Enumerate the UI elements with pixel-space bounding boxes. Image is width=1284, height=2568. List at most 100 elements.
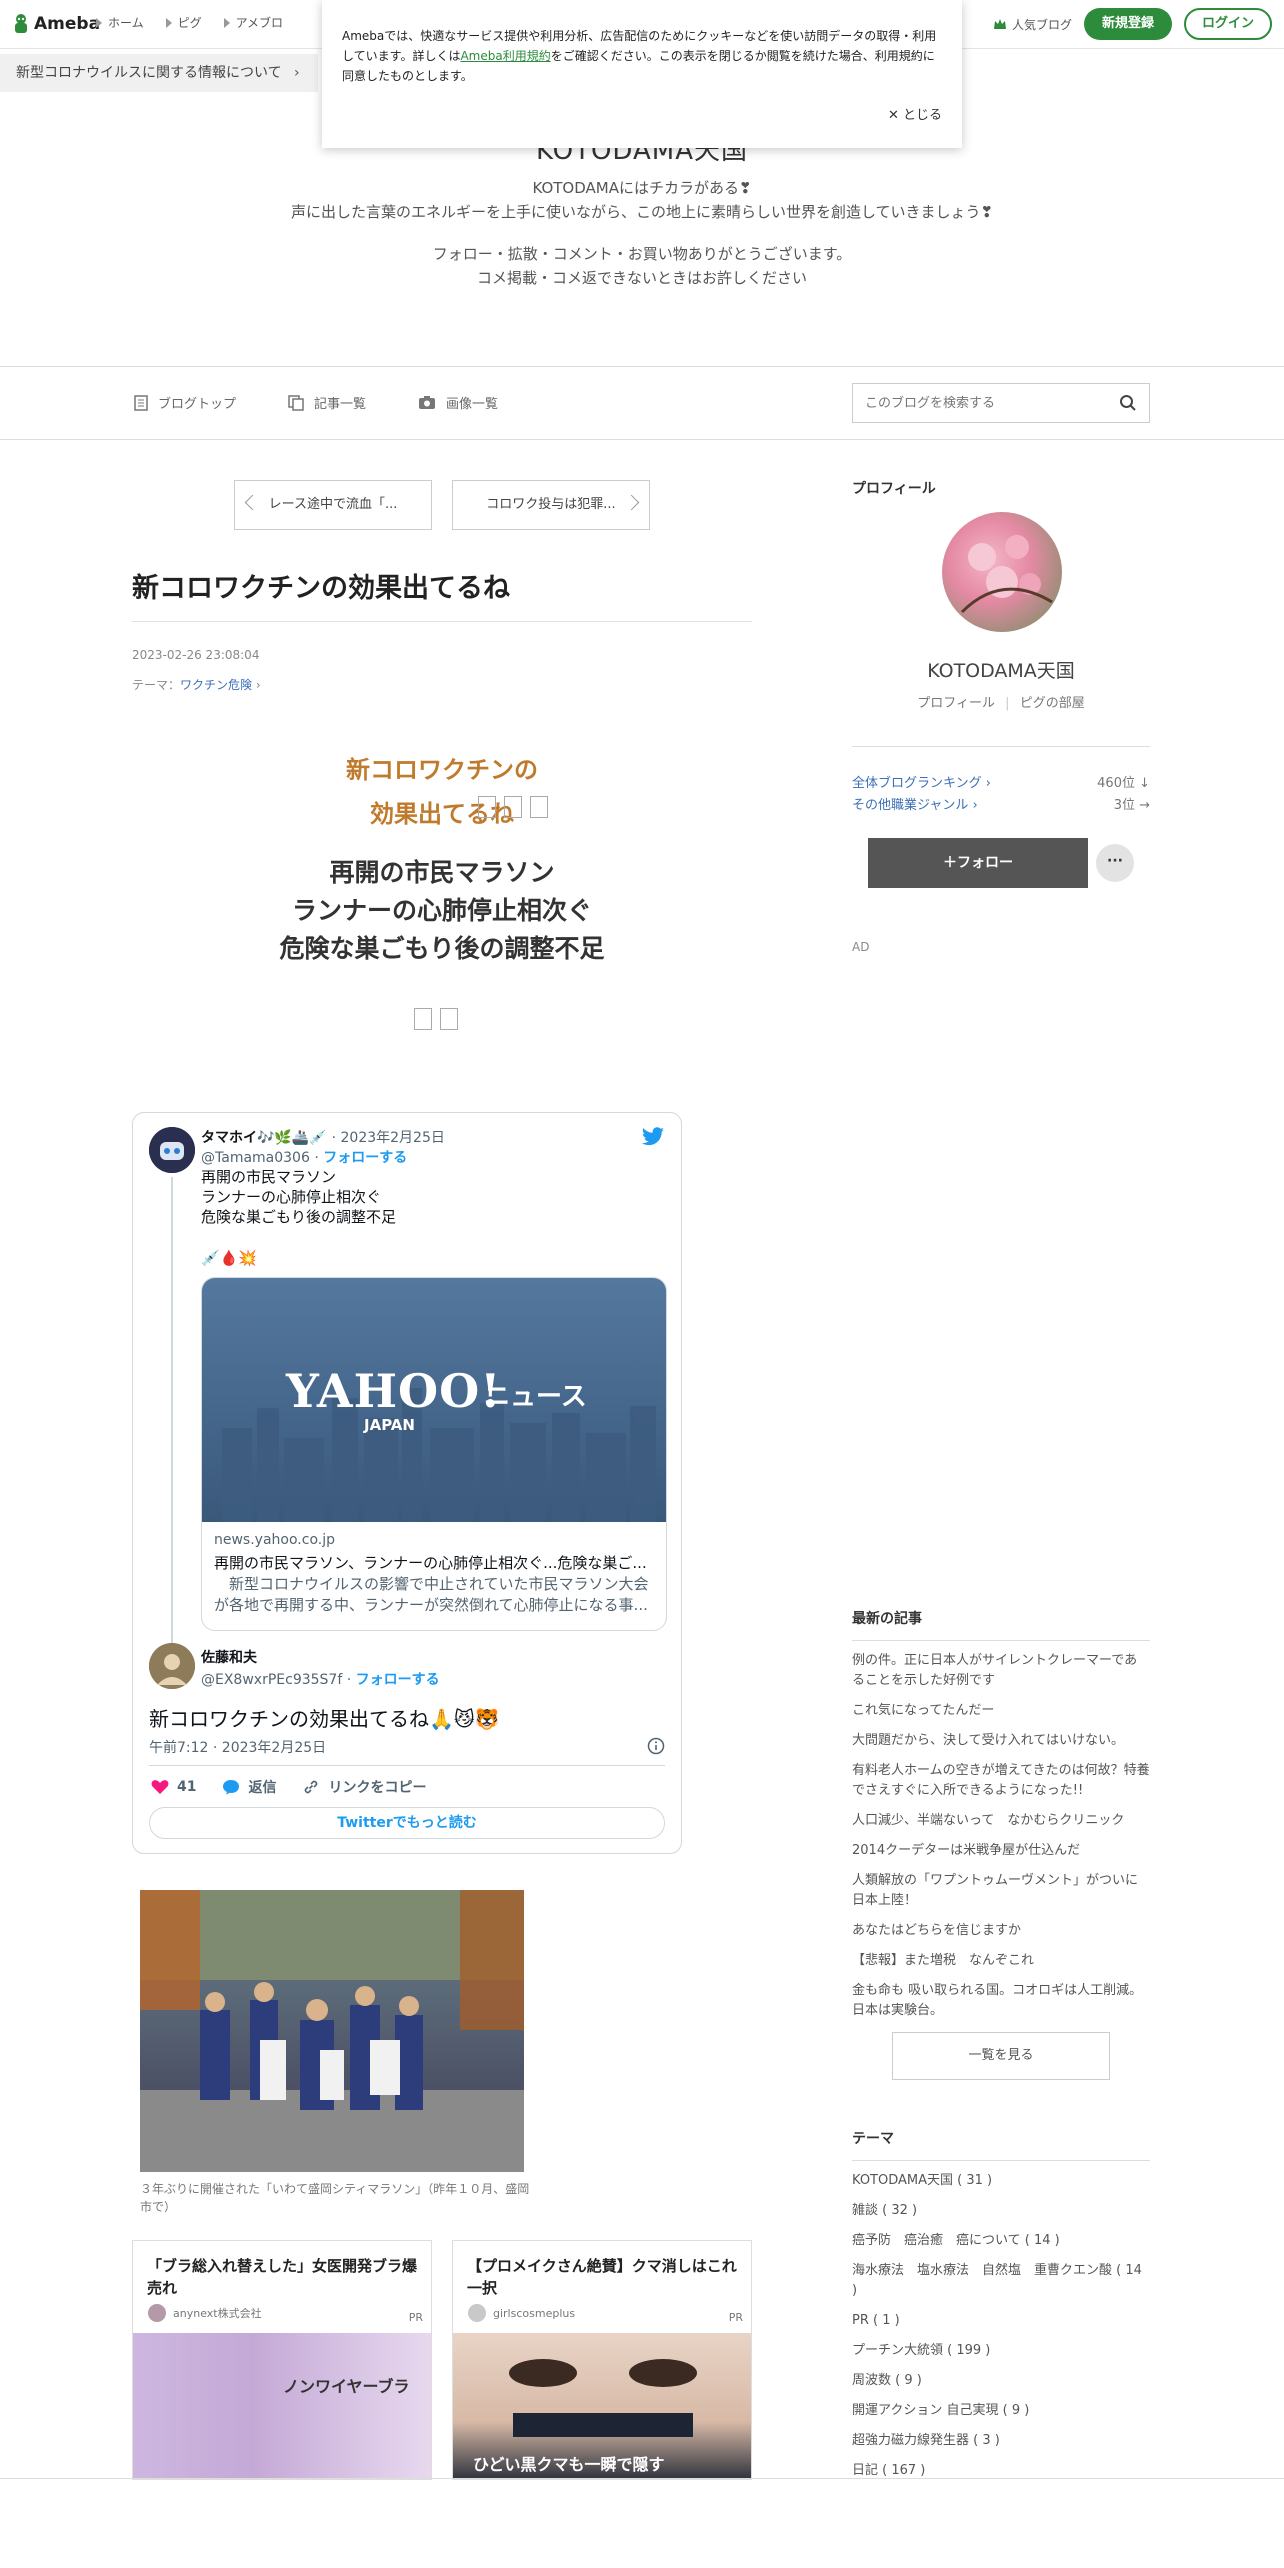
tweet-author-name: タマホイ🎶🌿🚢💉	[201, 1130, 327, 1146]
tweet-author[interactable]: タマホイ🎶🌿🚢💉 · 2023年2月25日	[201, 1127, 445, 1147]
headline-black: 再開の市民マラソン ランナーの心肺停止相次ぐ 危険な巣ごもり後の調整不足	[279, 858, 605, 963]
menu-entry-list[interactable]: 記事一覧	[288, 393, 366, 412]
profile-link[interactable]: プロフィール	[917, 696, 995, 711]
article-date: 2023-02-26 23:08:04	[132, 648, 260, 662]
theme-item[interactable]: 海水療法 塩水療法 自然塩 重曹クエン酸 ( 14 )	[852, 2261, 1150, 2301]
yahoo-news-card-image: YAHOO! JAPAN ニュース	[202, 1278, 666, 1522]
copy-icon	[288, 394, 304, 411]
ameba-logo[interactable]: Ameba	[12, 12, 100, 36]
profile-divider	[852, 746, 1150, 747]
twitter-embed: タマホイ🎶🌿🚢💉 · 2023年2月25日 @Tamama0306 · フォロー…	[132, 1112, 682, 1854]
pr-badge: PR	[728, 2311, 743, 2324]
pr-badge: PR	[408, 2311, 423, 2324]
nav-pigg-label: ピグ	[177, 16, 202, 30]
terms-link[interactable]: Ameba利用規約	[460, 49, 550, 63]
pr-source: girlscosmeplus	[467, 2303, 575, 2323]
avatar[interactable]	[149, 1643, 195, 1689]
cookie-close-button[interactable]: ✕ とじる	[888, 106, 942, 126]
link-card[interactable]: YAHOO! JAPAN ニュース news.yahoo.co.jp 再開の市民…	[201, 1277, 667, 1631]
tweet-date[interactable]: 2023年2月25日	[341, 1130, 445, 1146]
caret-right-icon	[165, 17, 172, 28]
recent-entry[interactable]: 人類解放の「ワプントゥムーヴメント」がついに日本上陸！	[852, 1871, 1150, 1911]
quote-handle-row: @EX8wxrPEc935S7f · フォローする	[201, 1672, 440, 1688]
themes-list: テーマ KOTODAMA天国 ( 31 ) 雑談 ( 32 ) 癌予防 癌治癒 …	[852, 2128, 1150, 2481]
recent-entry[interactable]: これ気になってたんだー	[852, 1701, 1150, 1721]
theme-item[interactable]: 超強力磁力線発生器 ( 3 )	[852, 2431, 1150, 2451]
follow-link[interactable]: フォローする	[323, 1150, 407, 1166]
theme-item[interactable]: プーチン大統領 ( 199 )	[852, 2341, 1150, 2361]
login-button[interactable]: ログイン	[1183, 8, 1272, 40]
pr-source-name: girlscosmeplus	[493, 2306, 576, 2320]
marathon-photo[interactable]	[140, 1890, 524, 2172]
broken-image-icon	[530, 796, 548, 818]
quote-author[interactable]: 佐藤和夫	[201, 1647, 257, 1667]
popular-blog-link[interactable]: 人気ブログ	[993, 16, 1072, 33]
signup-button[interactable]: 新規登録	[1083, 8, 1172, 40]
read-more-on-twitter-button[interactable]: Twitterでもっと読む	[149, 1807, 665, 1839]
pr-image-text: ひどい黒クマも一瞬で隠す	[473, 2455, 665, 2474]
blog-description: KOTODAMAにはチカラがある❣ 声に出した言葉のエネルギーを上手に使いながら…	[290, 179, 994, 221]
menu-image-list[interactable]: 画像一覧	[418, 393, 498, 412]
nav-pigg[interactable]: ピグ	[165, 14, 202, 31]
tweet-handle-row: @Tamama0306 · フォローする	[201, 1150, 408, 1166]
menu-blog-top[interactable]: ブログトップ	[134, 393, 236, 412]
pr-card[interactable]: 「ブラ総入れ替えした」女医開発ブラ爆売れ anynext株式会社 PR ノンワイ…	[132, 2240, 432, 2480]
nav-ameblo[interactable]: アメブロ	[223, 14, 283, 31]
tweet-handle[interactable]: @Tamama0306	[201, 1150, 310, 1166]
theme-item[interactable]: PR ( 1 )	[852, 2311, 1150, 2331]
theme-item[interactable]: 癌予防 癌治癒 癌について ( 14 )	[852, 2231, 1150, 2251]
rank-genre-row: その他職業ジャンル › 3位 →	[852, 794, 1150, 813]
recent-entry[interactable]: 例の件。正に日本人がサイレントクレーマーであることを示した好例です	[852, 1651, 1150, 1691]
theme-item[interactable]: KOTODAMA天国 ( 31 )	[852, 2171, 1150, 2191]
quote-follow-link[interactable]: フォローする	[356, 1672, 440, 1688]
chevron-left-icon	[244, 494, 261, 511]
tweet-text: 再開の市民マラソン ランナーの心肺停止相次ぐ 危険な巣ごもり後の調整不足	[201, 1168, 397, 1226]
tweet-emoji-line: 💉🩸💥	[201, 1249, 258, 1267]
rank-all-link[interactable]: 全体ブログランキング ›	[852, 772, 991, 791]
theme-link[interactable]: ワクチン危険	[180, 678, 252, 692]
twitter-bird-icon[interactable]	[641, 1127, 665, 1147]
info-icon[interactable]	[647, 1737, 665, 1755]
recent-entry[interactable]: 人口減少、半端ないって なかむらクリニック	[852, 1811, 1150, 1831]
pr-source: anynext株式会社	[147, 2303, 262, 2323]
article-title[interactable]: 新コロワクチンの効果出てるね	[132, 566, 510, 605]
rank-all-value: 460位 ↓	[1097, 776, 1150, 791]
like-button[interactable]: 41	[151, 1777, 196, 1797]
prev-entry-label: レース途中で流血「...	[268, 497, 398, 512]
rank-genre-link[interactable]: その他職業ジャンル ›	[852, 794, 978, 813]
recent-entry[interactable]: 【悲報】また増税 なんぞこれ	[852, 1951, 1150, 1971]
recent-entry[interactable]: あなたはどちらを信じますか	[852, 1921, 1150, 1941]
blog-search-input[interactable]	[863, 384, 1107, 422]
corona-notice-link[interactable]: 新型コロナウイルスに関する情報について ›	[0, 54, 318, 92]
see-all-entries-button[interactable]: 一覧を見る	[892, 2032, 1110, 2080]
close-icon: ✕	[887, 108, 899, 123]
follow-button[interactable]: ＋フォロー	[868, 838, 1088, 888]
heart-icon	[151, 1780, 169, 1794]
pr-card[interactable]: 【プロメイクさん絶賛】クマ消しはこれ一択 girlscosmeplus PR ひ…	[452, 2240, 752, 2480]
blog-search-box	[852, 383, 1150, 423]
recent-entry[interactable]: 金も命も 吸い取られる国。コオロギは人工削減。日本は実験台。	[852, 1981, 1150, 2021]
reply-bubble-icon	[223, 1780, 240, 1795]
theme-item[interactable]: 開運アクション 自己実現 ( 9 )	[852, 2401, 1150, 2421]
avatar[interactable]	[149, 1127, 195, 1173]
nav-home[interactable]: ホーム	[96, 14, 144, 31]
recent-entry[interactable]: 大問題だから、決して受け入れてはいけない。	[852, 1731, 1150, 1751]
quote-handle[interactable]: @EX8wxrPEc935S7f	[201, 1672, 342, 1688]
profile-avatar[interactable]	[942, 512, 1062, 632]
reply-button[interactable]: 返信	[222, 1777, 276, 1797]
recent-entry[interactable]: 有料老人ホームの空きが増えてきたのは何故？特養でさえすぐに入所できるようになった…	[852, 1761, 1150, 1801]
camera-icon	[419, 396, 436, 409]
tweet-actions: 41 返信 リンクをコピー	[151, 1777, 426, 1797]
tweet-timestamp[interactable]: 午前7:12 · 2023年2月25日	[149, 1737, 326, 1757]
theme-item[interactable]: 雑談 ( 32 )	[852, 2201, 1150, 2221]
pig-room-link[interactable]: ピグの部屋	[1020, 696, 1085, 711]
recent-entry[interactable]: 2014クーデターは米戦争屋が仕込んだ	[852, 1841, 1150, 1861]
next-entry-link[interactable]: コロワク投与は犯罪...	[452, 480, 650, 530]
profile-name[interactable]: KOTODAMA天国	[852, 656, 1150, 683]
more-options-button[interactable]: ···	[1096, 844, 1134, 882]
copy-link-button[interactable]: リンクをコピー	[302, 1777, 426, 1797]
prev-entry-link[interactable]: レース途中で流血「...	[234, 480, 432, 530]
theme-item[interactable]: 周波数 ( 9 )	[852, 2371, 1150, 2391]
search-icon[interactable]	[1119, 394, 1137, 412]
link-icon	[305, 1780, 318, 1794]
